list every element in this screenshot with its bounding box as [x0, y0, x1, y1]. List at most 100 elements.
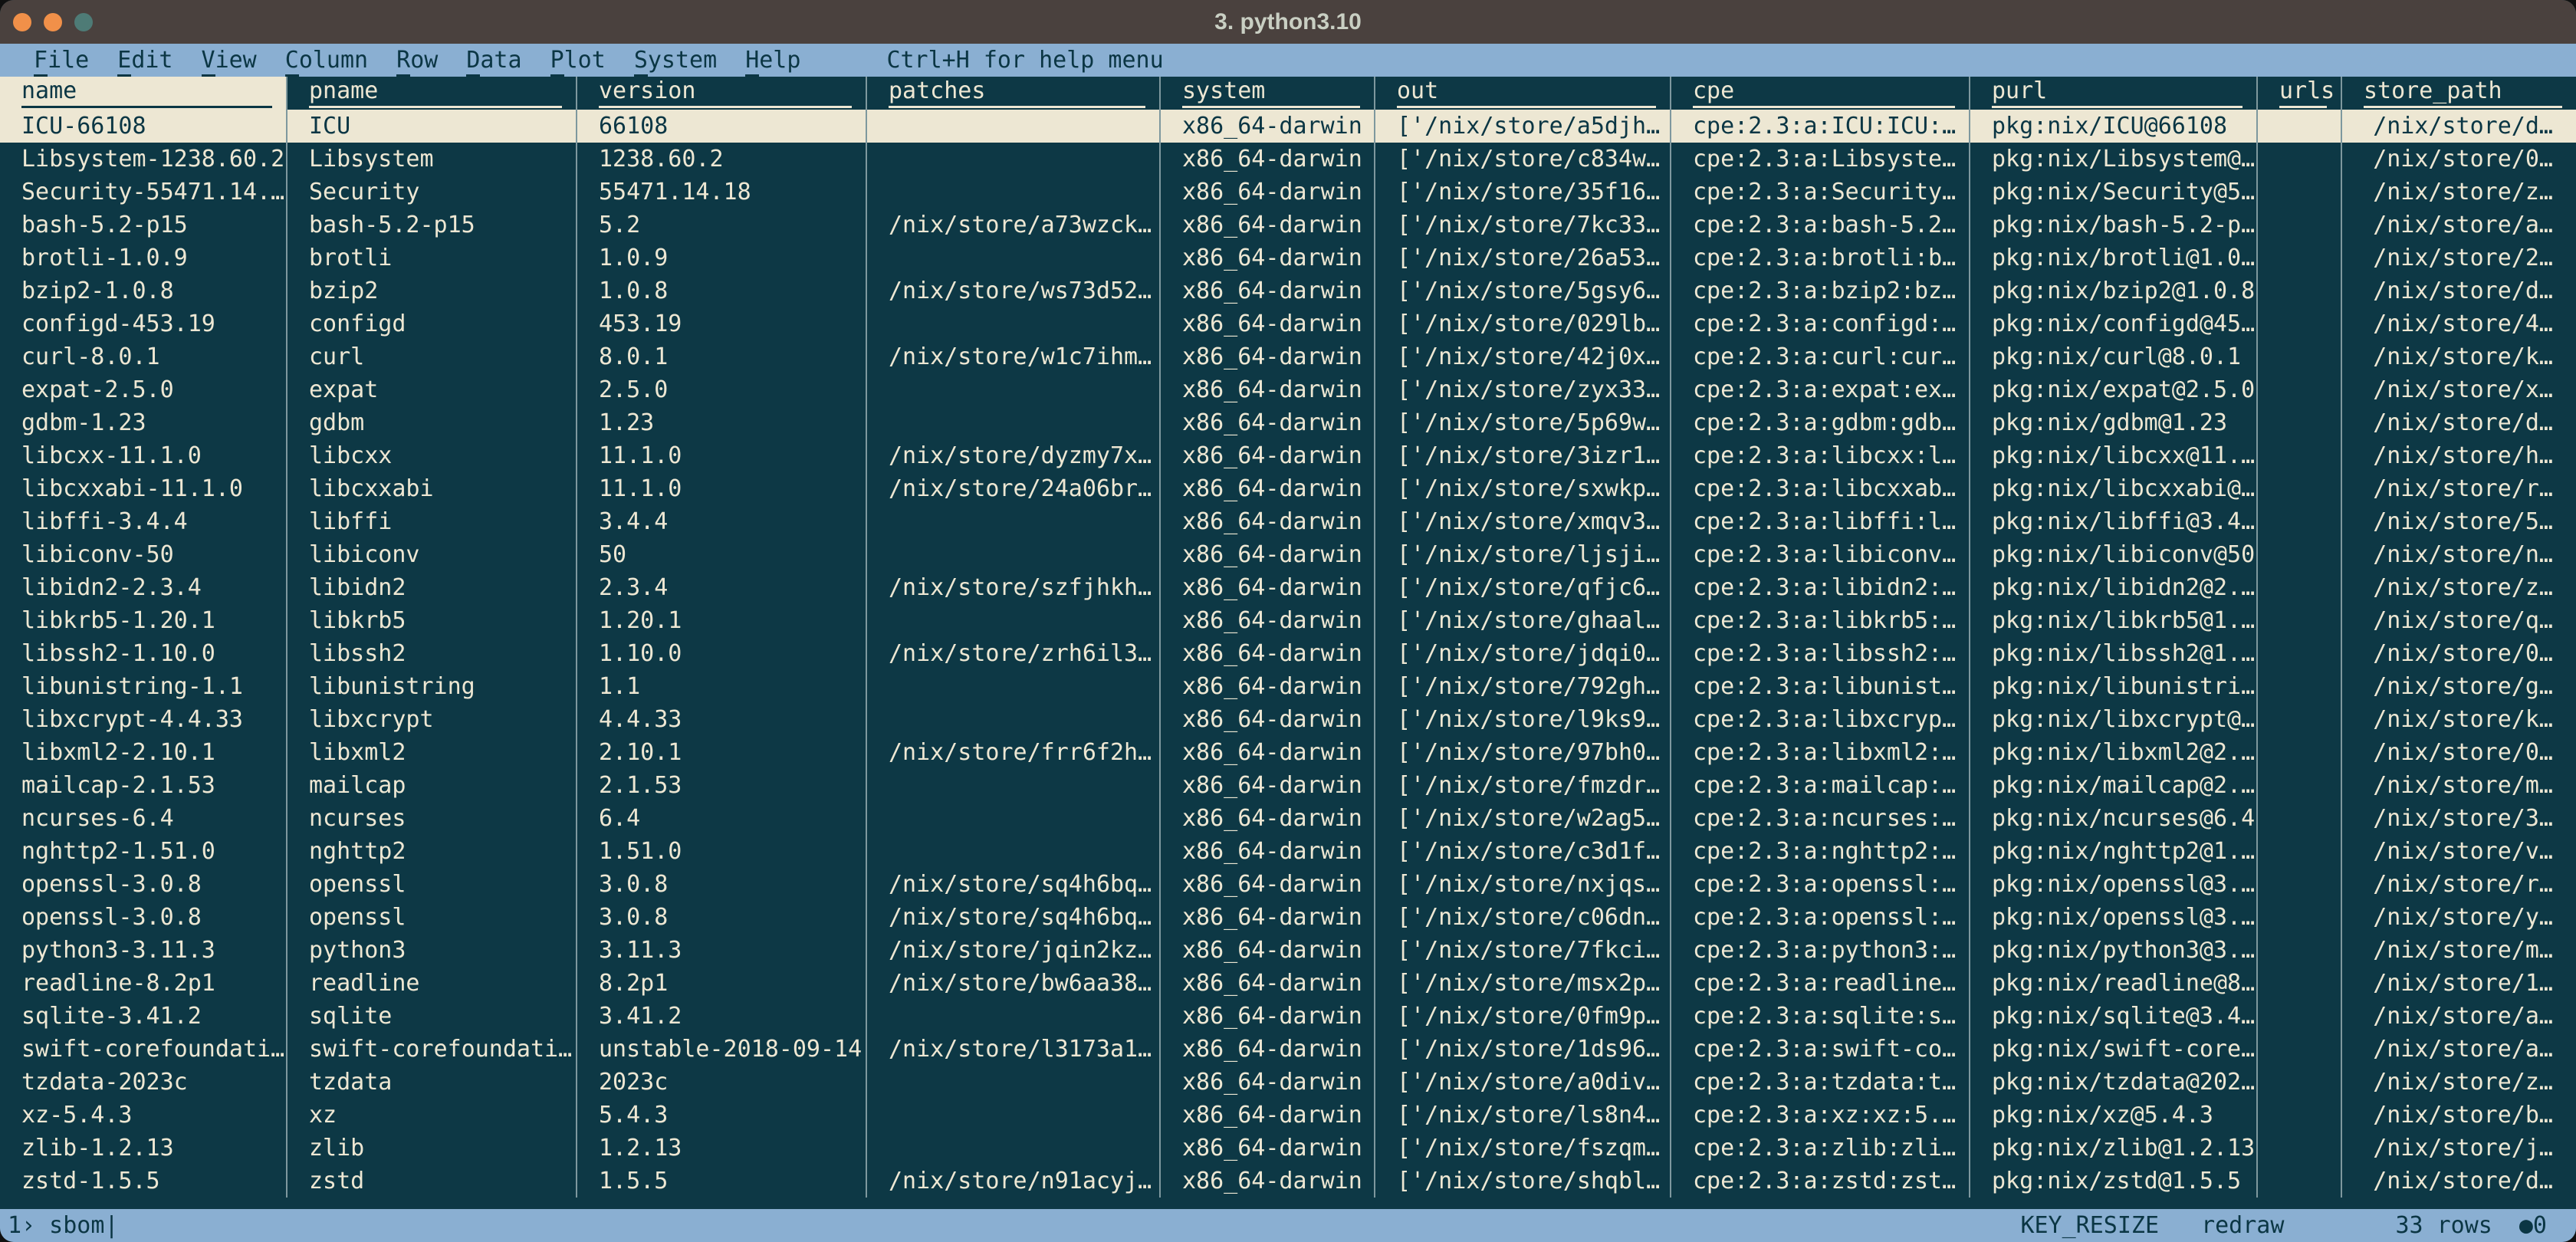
cell-out[interactable]: ['/nix/store/029lb…: [1375, 307, 1671, 340]
menu-column[interactable]: Column: [285, 47, 368, 74]
cell-system[interactable]: x86_64-darwin: [1161, 637, 1375, 670]
cell-store_path[interactable]: /nix/store/v…: [2342, 835, 2576, 868]
cell-store_path[interactable]: /nix/store/z…: [2342, 571, 2576, 604]
cell-purl[interactable]: pkg:nix/xz@5.4.3: [1970, 1099, 2258, 1132]
cell-out[interactable]: ['/nix/store/35f16…: [1375, 176, 1671, 209]
cell-pname[interactable]: libxml2: [288, 736, 577, 769]
cell-name[interactable]: tzdata-2023c: [0, 1066, 288, 1099]
cell-system[interactable]: x86_64-darwin: [1161, 307, 1375, 340]
cell-out[interactable]: ['/nix/store/0fm9p…: [1375, 1000, 1671, 1033]
cell-name[interactable]: libunistring-1.1: [0, 670, 288, 703]
cell-version[interactable]: 55471.14.18: [577, 176, 867, 209]
cell-store_path[interactable]: /nix/store/0…: [2342, 143, 2576, 176]
cell-patches[interactable]: /nix/store/jqin2kz…: [867, 934, 1161, 967]
cell-patches[interactable]: [867, 835, 1161, 868]
cell-patches[interactable]: /nix/store/dyzmy7x…: [867, 439, 1161, 472]
cell-cpe[interactable]: cpe:2.3:a:ICU:ICU:…: [1671, 110, 1970, 143]
cell-cpe[interactable]: cpe:2.3:a:libidn2:…: [1671, 571, 1970, 604]
cell-patches[interactable]: /nix/store/w1c7ihm…: [867, 340, 1161, 373]
cell-version[interactable]: 1.51.0: [577, 835, 867, 868]
cell-urls[interactable]: [2258, 769, 2342, 802]
cell-name[interactable]: libcxxabi-11.1.0: [0, 472, 288, 505]
cell-urls[interactable]: [2258, 1165, 2342, 1198]
cell-purl[interactable]: pkg:nix/ncurses@6.4: [1970, 802, 2258, 835]
cell-system[interactable]: x86_64-darwin: [1161, 769, 1375, 802]
cell-out[interactable]: ['/nix/store/792gh…: [1375, 670, 1671, 703]
cell-store_path[interactable]: /nix/store/2…: [2342, 242, 2576, 274]
cell-system[interactable]: x86_64-darwin: [1161, 242, 1375, 274]
cell-store_path[interactable]: /nix/store/4…: [2342, 307, 2576, 340]
cell-name[interactable]: python3-3.11.3: [0, 934, 288, 967]
cell-out[interactable]: ['/nix/store/nxjqs…: [1375, 868, 1671, 901]
column-header-cpe[interactable]: cpe: [1671, 77, 1970, 110]
cell-out[interactable]: ['/nix/store/a5djh…: [1375, 110, 1671, 143]
cell-urls[interactable]: [2258, 835, 2342, 868]
cell-urls[interactable]: [2258, 1132, 2342, 1165]
cell-cpe[interactable]: cpe:2.3:a:ncurses:…: [1671, 802, 1970, 835]
cell-purl[interactable]: pkg:nix/sqlite@3.4…: [1970, 1000, 2258, 1033]
cell-version[interactable]: 1.23: [577, 406, 867, 439]
cell-name[interactable]: configd-453.19: [0, 307, 288, 340]
cell-store_path[interactable]: /nix/store/d…: [2342, 110, 2576, 143]
cell-out[interactable]: ['/nix/store/qfjc6…: [1375, 571, 1671, 604]
cell-system[interactable]: x86_64-darwin: [1161, 1165, 1375, 1198]
cell-version[interactable]: 8.2p1: [577, 967, 867, 1000]
cell-system[interactable]: x86_64-darwin: [1161, 868, 1375, 901]
cell-out[interactable]: ['/nix/store/c834w…: [1375, 143, 1671, 176]
cell-urls[interactable]: [2258, 110, 2342, 143]
cell-system[interactable]: x86_64-darwin: [1161, 802, 1375, 835]
cell-patches[interactable]: /nix/store/bw6aa38…: [867, 967, 1161, 1000]
cell-store_path[interactable]: /nix/store/d…: [2342, 274, 2576, 307]
cell-urls[interactable]: [2258, 143, 2342, 176]
cell-pname[interactable]: libcxx: [288, 439, 577, 472]
cell-urls[interactable]: [2258, 472, 2342, 505]
cell-name[interactable]: nghttp2-1.51.0: [0, 835, 288, 868]
cell-cpe[interactable]: cpe:2.3:a:mailcap:…: [1671, 769, 1970, 802]
menu-row[interactable]: Row: [396, 47, 438, 74]
column-header-out[interactable]: out: [1375, 77, 1671, 110]
cell-cpe[interactable]: cpe:2.3:a:curl:cur…: [1671, 340, 1970, 373]
cell-patches[interactable]: /nix/store/n91acyj…: [867, 1165, 1161, 1198]
cell-store_path[interactable]: /nix/store/b…: [2342, 1099, 2576, 1132]
cell-version[interactable]: 1.5.5: [577, 1165, 867, 1198]
cell-store_path[interactable]: /nix/store/0…: [2342, 736, 2576, 769]
cell-name[interactable]: Security-55471.14.…: [0, 176, 288, 209]
cell-pname[interactable]: libunistring: [288, 670, 577, 703]
cell-purl[interactable]: pkg:nix/mailcap@2.…: [1970, 769, 2258, 802]
cell-purl[interactable]: pkg:nix/curl@8.0.1: [1970, 340, 2258, 373]
cell-system[interactable]: x86_64-darwin: [1161, 406, 1375, 439]
cell-pname[interactable]: Libsystem: [288, 143, 577, 176]
sheet-name[interactable]: sbom: [35, 1212, 104, 1239]
cell-pname[interactable]: expat: [288, 373, 577, 406]
cell-purl[interactable]: pkg:nix/ICU@66108: [1970, 110, 2258, 143]
cell-version[interactable]: 1238.60.2: [577, 143, 867, 176]
cell-patches[interactable]: /nix/store/24a06br…: [867, 472, 1161, 505]
cell-name[interactable]: curl-8.0.1: [0, 340, 288, 373]
cell-cpe[interactable]: cpe:2.3:a:openssl:…: [1671, 868, 1970, 901]
cell-system[interactable]: x86_64-darwin: [1161, 604, 1375, 637]
column-header-store_path[interactable]: store_path: [2342, 77, 2576, 110]
cell-cpe[interactable]: cpe:2.3:a:Security…: [1671, 176, 1970, 209]
cell-pname[interactable]: openssl: [288, 901, 577, 934]
cell-out[interactable]: ['/nix/store/msx2p…: [1375, 967, 1671, 1000]
cell-cpe[interactable]: cpe:2.3:a:libunist…: [1671, 670, 1970, 703]
cell-out[interactable]: ['/nix/store/7kc33…: [1375, 209, 1671, 242]
cell-store_path[interactable]: /nix/store/a…: [2342, 209, 2576, 242]
cell-purl[interactable]: pkg:nix/expat@2.5.0: [1970, 373, 2258, 406]
cell-store_path[interactable]: /nix/store/5…: [2342, 505, 2576, 538]
cell-version[interactable]: 1.2.13: [577, 1132, 867, 1165]
cell-store_path[interactable]: /nix/store/m…: [2342, 769, 2576, 802]
cell-system[interactable]: x86_64-darwin: [1161, 472, 1375, 505]
cell-patches[interactable]: /nix/store/sq4h6bq…: [867, 901, 1161, 934]
cell-out[interactable]: ['/nix/store/7fkci…: [1375, 934, 1671, 967]
cell-pname[interactable]: libidn2: [288, 571, 577, 604]
cell-pname[interactable]: configd: [288, 307, 577, 340]
cell-pname[interactable]: zlib: [288, 1132, 577, 1165]
cell-cpe[interactable]: cpe:2.3:a:libiconv…: [1671, 538, 1970, 571]
cell-purl[interactable]: pkg:nix/libunistri…: [1970, 670, 2258, 703]
cell-store_path[interactable]: /nix/store/z…: [2342, 1066, 2576, 1099]
cell-pname[interactable]: Security: [288, 176, 577, 209]
cell-name[interactable]: readline-8.2p1: [0, 967, 288, 1000]
cell-urls[interactable]: [2258, 802, 2342, 835]
cell-version[interactable]: 1.10.0: [577, 637, 867, 670]
